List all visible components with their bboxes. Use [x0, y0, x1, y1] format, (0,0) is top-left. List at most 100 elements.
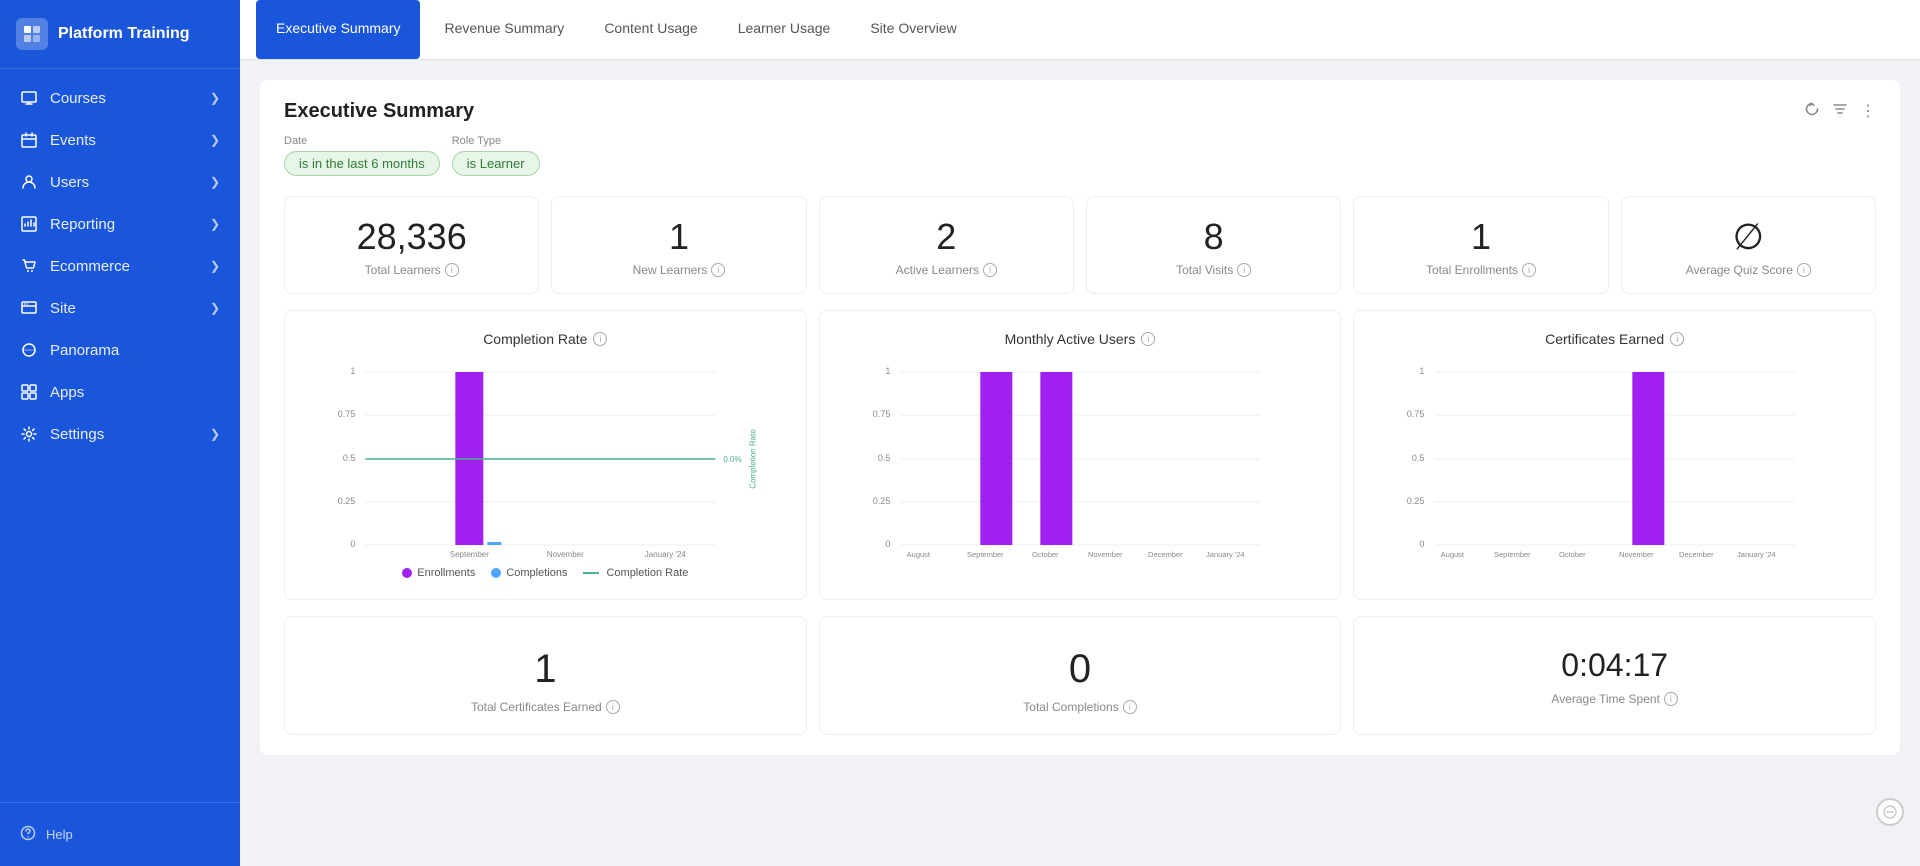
- svg-text:0.25: 0.25: [872, 496, 890, 506]
- app-name: Platform Training: [58, 25, 190, 43]
- tab-learner-usage[interactable]: Learner Usage: [718, 0, 851, 59]
- tab-content-usage[interactable]: Content Usage: [584, 0, 717, 59]
- new-learners-info[interactable]: i: [711, 263, 725, 277]
- stat-avg-quiz-score: ∅ Average Quiz Score i: [1621, 196, 1876, 294]
- completion-rate-info[interactable]: i: [593, 332, 607, 346]
- role-filter-badge[interactable]: is Learner: [452, 151, 540, 176]
- tab-site-overview[interactable]: Site Overview: [850, 0, 976, 59]
- filter-row: Date is in the last 6 months Role Type i…: [284, 135, 1876, 176]
- total-visits-label: Total Visits i: [1103, 263, 1324, 277]
- certificates-earned-title: Certificates Earned i: [1370, 331, 1859, 347]
- more-icon[interactable]: ⋮: [1860, 101, 1876, 122]
- svg-text:October: October: [1032, 550, 1059, 559]
- courses-chevron: ❯: [210, 91, 220, 105]
- executive-summary-card: Executive Summary: [260, 80, 1900, 755]
- avg-quiz-score-value: ∅: [1638, 217, 1859, 257]
- sidebar-item-apps[interactable]: Apps: [0, 371, 240, 413]
- total-learners-info[interactable]: i: [445, 263, 459, 277]
- sidebar: Platform Training Courses ❯: [0, 0, 240, 866]
- settings-icon: [20, 425, 38, 443]
- disable-icon[interactable]: [1876, 798, 1904, 826]
- svg-text:January '24: January '24: [645, 550, 687, 559]
- legend-completion-rate: Completion Rate: [583, 567, 688, 579]
- app-logo[interactable]: Platform Training: [0, 0, 240, 69]
- certificates-earned-area: 1 0.75 0.5 0.25 0: [1370, 359, 1859, 559]
- svg-text:November: November: [1088, 550, 1123, 559]
- settings-chevron: ❯: [210, 427, 220, 441]
- enrollments-dot: [402, 568, 412, 578]
- ecommerce-icon: [20, 257, 38, 275]
- sidebar-item-ecommerce[interactable]: Ecommerce ❯: [0, 245, 240, 287]
- tab-executive-summary[interactable]: Executive Summary: [256, 0, 420, 59]
- refresh-icon[interactable]: [1804, 101, 1820, 122]
- top-tabs: Executive Summary Revenue Summary Conten…: [240, 0, 1920, 60]
- date-filter-label: Date: [284, 135, 440, 147]
- stat-new-learners: 1 New Learners i: [551, 196, 806, 294]
- panorama-label: Panorama: [50, 342, 119, 359]
- certificates-earned-info[interactable]: i: [1670, 332, 1684, 346]
- sidebar-item-courses[interactable]: Courses ❯: [0, 77, 240, 119]
- courses-label: Courses: [50, 90, 106, 107]
- courses-icon: [20, 89, 38, 107]
- avg-quiz-score-info[interactable]: i: [1797, 263, 1811, 277]
- monthly-active-users-info[interactable]: i: [1141, 332, 1155, 346]
- total-visits-info[interactable]: i: [1237, 263, 1251, 277]
- settings-label: Settings: [50, 426, 104, 443]
- stat-total-visits: 8 Total Visits i: [1086, 196, 1341, 294]
- svg-text:0.75: 0.75: [338, 409, 356, 419]
- content-area: Executive Summary: [240, 60, 1920, 866]
- sidebar-item-users[interactable]: Users ❯: [0, 161, 240, 203]
- reporting-icon: [20, 215, 38, 233]
- svg-text:January '24: January '24: [1206, 550, 1245, 559]
- svg-text:August: August: [906, 550, 930, 559]
- date-filter-group: Date is in the last 6 months: [284, 135, 440, 176]
- monthly-active-users-svg: 1 0.75 0.5 0.25 0: [836, 359, 1325, 559]
- total-learners-value: 28,336: [301, 217, 522, 257]
- sidebar-item-reporting[interactable]: Reporting ❯: [0, 203, 240, 245]
- total-certificates-label: Total Certificates Earned i: [301, 700, 790, 714]
- svg-text:August: August: [1441, 550, 1465, 559]
- stat-total-learners: 28,336 Total Learners i: [284, 196, 539, 294]
- stats-row: 28,336 Total Learners i 1 New Learners i…: [284, 196, 1876, 294]
- total-enrollments-info[interactable]: i: [1522, 263, 1536, 277]
- stat-total-enrollments: 1 Total Enrollments i: [1353, 196, 1608, 294]
- sidebar-bottom: Help: [0, 802, 240, 866]
- svg-text:1: 1: [1420, 366, 1425, 376]
- svg-text:0.5: 0.5: [1412, 453, 1425, 463]
- certificates-earned-chart: Certificates Earned i 1 0.75 0.5 0.25 0: [1353, 310, 1876, 600]
- help-label: Help: [46, 827, 73, 842]
- exec-title: Executive Summary: [284, 100, 474, 123]
- tab-revenue-summary[interactable]: Revenue Summary: [424, 0, 584, 59]
- exec-card-header: Executive Summary: [284, 100, 1876, 123]
- apps-label: Apps: [50, 384, 84, 401]
- sidebar-item-settings[interactable]: Settings ❯: [0, 413, 240, 455]
- help-item[interactable]: Help: [0, 815, 240, 854]
- users-icon: [20, 173, 38, 191]
- site-chevron: ❯: [210, 301, 220, 315]
- users-label: Users: [50, 174, 89, 191]
- completion-rate-title: Completion Rate i: [301, 331, 790, 347]
- charts-row: Completion Rate i 1 0.75 0.5 0.25 0: [284, 310, 1876, 600]
- avg-time-spent-label: Average Time Spent i: [1370, 692, 1859, 706]
- site-label: Site: [50, 300, 76, 317]
- active-learners-info[interactable]: i: [983, 263, 997, 277]
- sidebar-item-panorama[interactable]: Panorama: [0, 329, 240, 371]
- legend-enrollments: Enrollments: [402, 567, 475, 579]
- total-enrollments-value: 1: [1370, 217, 1591, 257]
- sidebar-item-site[interactable]: Site ❯: [0, 287, 240, 329]
- total-completions-info[interactable]: i: [1123, 700, 1137, 714]
- stat-avg-time-spent: 0:04:17 Average Time Spent i: [1353, 616, 1876, 735]
- date-filter-badge[interactable]: is in the last 6 months: [284, 151, 440, 176]
- filter-icon[interactable]: [1832, 101, 1848, 122]
- stat-total-certificates: 1 Total Certificates Earned i: [284, 616, 807, 735]
- total-completions-value: 0: [836, 647, 1325, 692]
- main-content: Executive Summary Revenue Summary Conten…: [240, 0, 1920, 866]
- monthly-active-users-title: Monthly Active Users i: [836, 331, 1325, 347]
- users-chevron: ❯: [210, 175, 220, 189]
- sidebar-item-events[interactable]: Events ❯: [0, 119, 240, 161]
- total-certificates-info[interactable]: i: [606, 700, 620, 714]
- help-icon: [20, 825, 36, 844]
- apps-icon: [20, 383, 38, 401]
- bottom-stats: 1 Total Certificates Earned i 0 Total Co…: [284, 616, 1876, 735]
- avg-time-spent-info[interactable]: i: [1664, 692, 1678, 706]
